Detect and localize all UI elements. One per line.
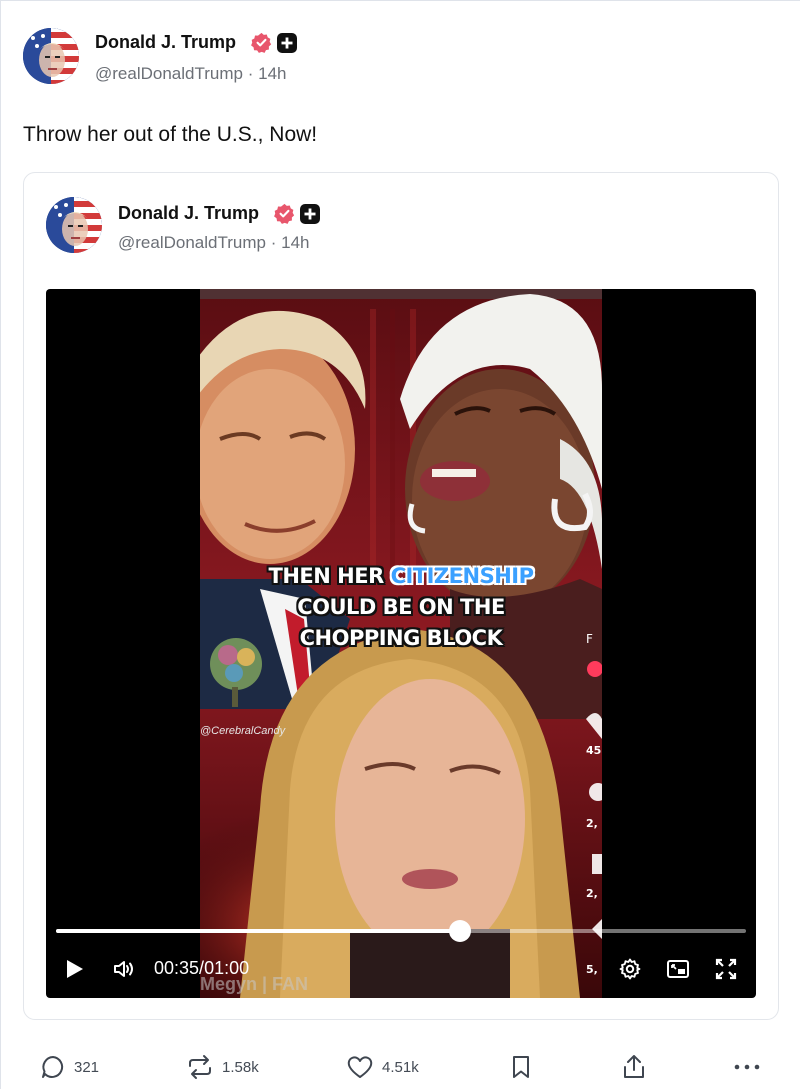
like-icon <box>347 1056 373 1078</box>
repost-icon <box>189 1055 211 1079</box>
fullscreen-icon[interactable] <box>714 957 738 981</box>
quoted-author-avatar[interactable] <box>46 197 102 253</box>
svg-text:2,: 2, <box>586 817 598 830</box>
volume-icon[interactable] <box>112 957 136 981</box>
duration: 01:00 <box>204 958 250 978</box>
avatar-image <box>46 197 102 253</box>
bookmark-icon <box>513 1056 529 1078</box>
progress-fill <box>56 929 460 933</box>
caption-line-1-text: THEN HER <box>268 564 391 588</box>
svg-text:5,: 5, <box>586 963 598 976</box>
quoted-time[interactable]: 14h <box>281 233 309 252</box>
current-time: 00:35 <box>154 958 200 978</box>
quoted-handle-line: @realDonaldTrump · 14h <box>118 233 309 253</box>
verified-badge-icon <box>274 203 295 224</box>
plus-member-icon <box>277 33 297 53</box>
author-handle[interactable]: @realDonaldTrump <box>95 64 243 83</box>
repost-button[interactable]: 1.58k <box>186 1047 259 1087</box>
reply-count: 321 <box>74 1058 100 1076</box>
reply-icon <box>42 1056 64 1078</box>
verified-badge-icon <box>251 32 272 53</box>
video-watermark: @CerebralCandy <box>200 725 286 737</box>
author-handle-line: @realDonaldTrump · 14h <box>95 64 286 84</box>
post-body-text: Throw her out of the U.S., Now! <box>23 123 318 146</box>
post-action-bar: 321 1.58k 4.51k <box>0 1047 800 1087</box>
like-button[interactable]: 4.51k <box>346 1047 419 1087</box>
author-avatar[interactable] <box>23 28 79 84</box>
like-count: 4.51k <box>382 1058 419 1076</box>
reply-button[interactable]: 321 <box>40 1047 99 1087</box>
avatar-image <box>23 28 79 84</box>
caption-line-1: THEN HER CITIZENSHIP <box>200 564 602 588</box>
time-display: 00:35/01:00 <box>154 958 249 979</box>
share-icon <box>624 1055 644 1078</box>
plus-member-icon <box>300 204 320 224</box>
more-button[interactable] <box>733 1047 761 1087</box>
share-button[interactable] <box>621 1047 647 1087</box>
caption-line-2: COULD BE ON THE <box>297 595 505 619</box>
progress-bar[interactable] <box>56 920 746 942</box>
caption-highlight-word: CITIZENSHIP <box>390 564 534 588</box>
post-time[interactable]: 14h <box>258 64 286 83</box>
settings-icon[interactable] <box>618 957 642 981</box>
svg-text:2,: 2, <box>586 887 598 900</box>
separator-dot: · <box>270 233 277 252</box>
caption-line-3: CHOPPING BLOCK <box>299 626 503 650</box>
quoted-author-name[interactable]: Donald J. Trump <box>118 203 259 224</box>
repost-count: 1.58k <box>222 1058 259 1076</box>
bookmark-button[interactable] <box>509 1047 533 1087</box>
video-player[interactable]: 45 2, 2, 5, F THEN HER CITIZENSHIP COULD… <box>46 289 756 998</box>
separator-dot: · <box>247 64 254 83</box>
video-frame[interactable]: 45 2, 2, 5, F THEN HER CITIZENSHIP COULD… <box>200 289 602 998</box>
svg-text:45: 45 <box>586 744 601 757</box>
play-icon[interactable] <box>64 958 86 980</box>
more-icon <box>734 1064 760 1070</box>
quoted-handle[interactable]: @realDonaldTrump <box>118 233 266 252</box>
progress-handle[interactable] <box>448 920 471 942</box>
pip-icon[interactable] <box>666 957 690 981</box>
author-name[interactable]: Donald J. Trump <box>95 32 236 53</box>
